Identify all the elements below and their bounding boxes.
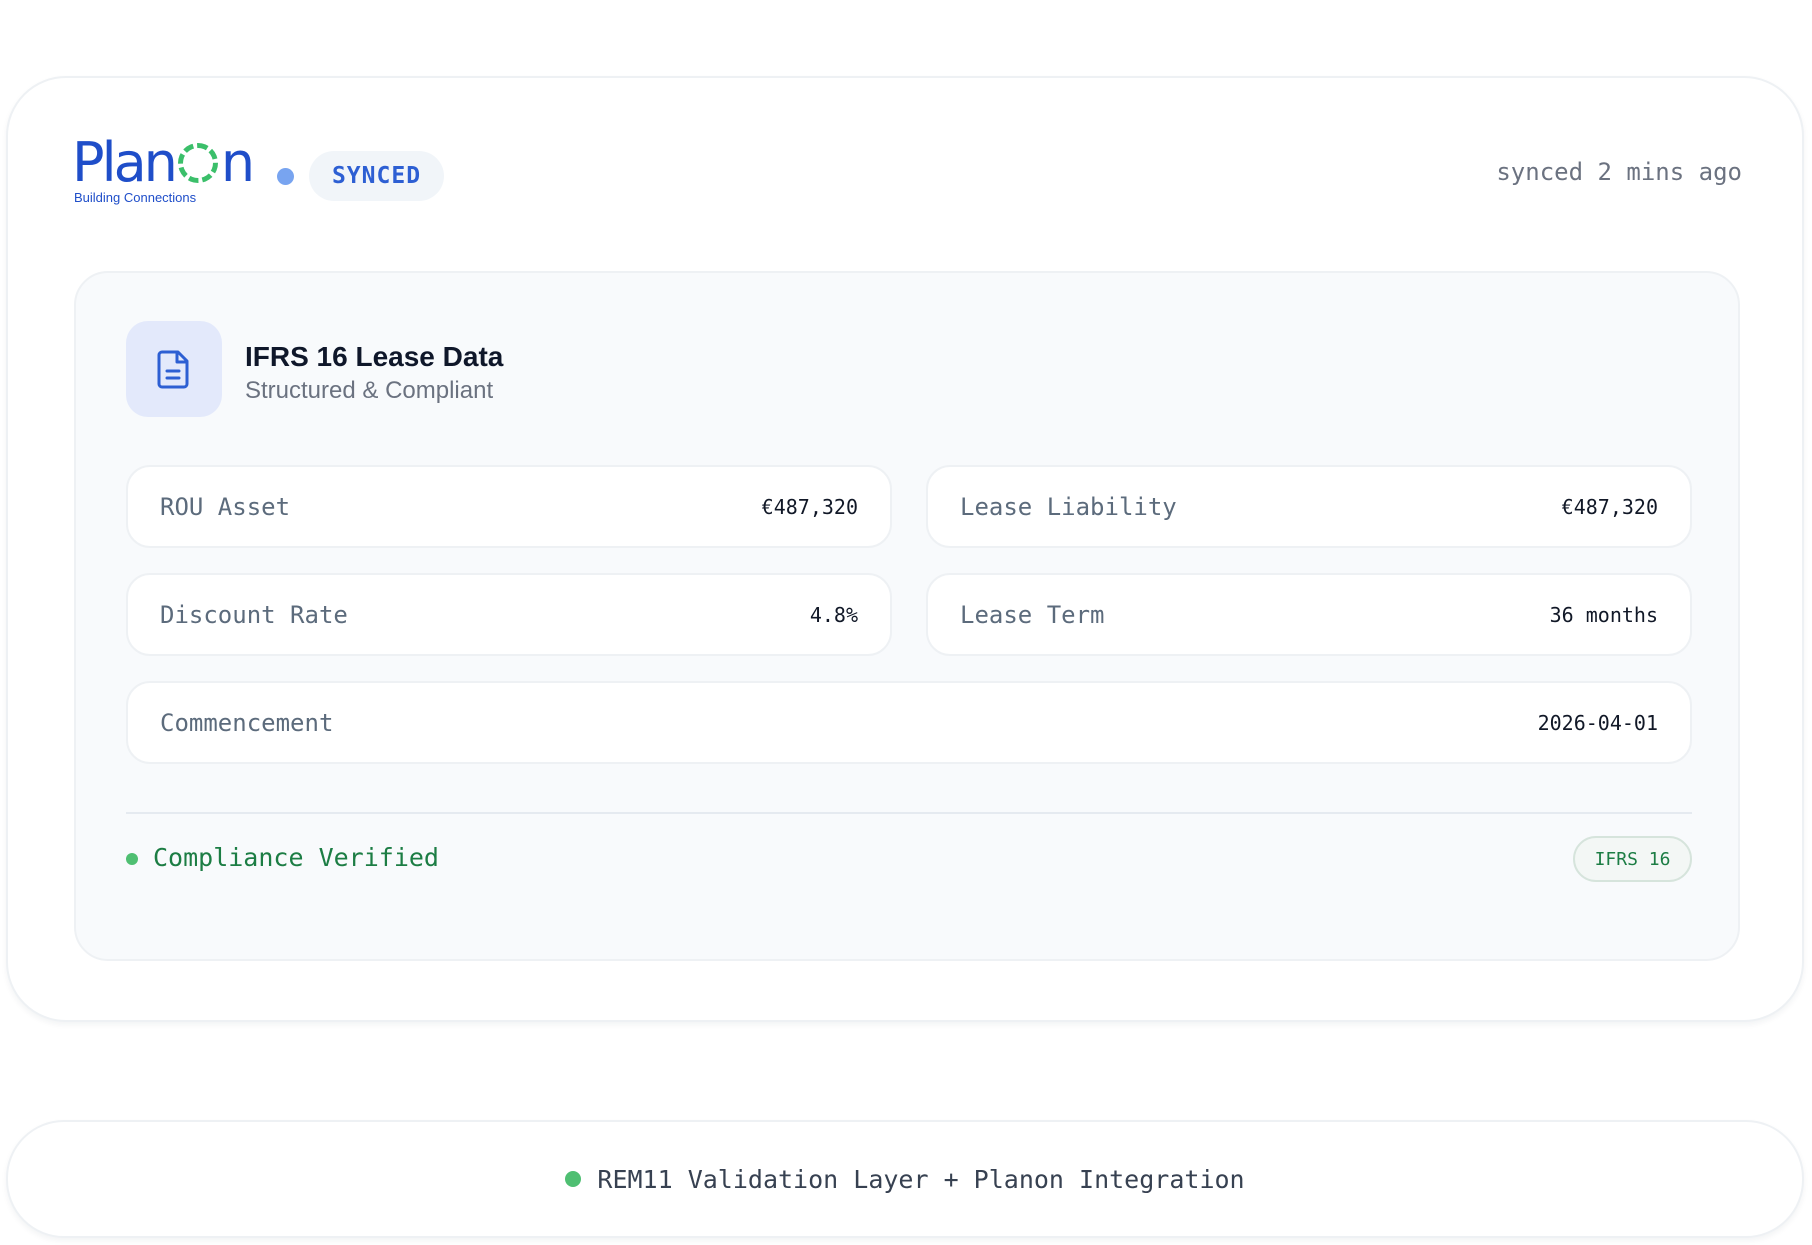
field-label: Lease Liability xyxy=(960,492,1177,521)
field-value: €487,320 xyxy=(1561,494,1658,519)
panel-subtitle: Structured & Compliant xyxy=(245,377,494,404)
field-discount-rate: Discount Rate 4.8% xyxy=(126,573,892,656)
document-icon xyxy=(157,350,189,389)
field-lease-liability: Lease Liability €487,320 xyxy=(926,465,1692,548)
field-label: Discount Rate xyxy=(160,600,348,629)
logo-tagline: Building Connections xyxy=(74,190,197,205)
field-commencement: Commencement 2026-04-01 xyxy=(126,681,1692,764)
panel-title: IFRS 16 Lease Data xyxy=(245,341,504,372)
compliance-status-text: Compliance Verified xyxy=(153,843,439,872)
card-header: Plan n Building Connections SYNCED synced… xyxy=(8,78,1802,228)
logo-ring-icon xyxy=(177,143,218,183)
field-label: Lease Term xyxy=(960,600,1105,629)
document-icon-container xyxy=(126,321,222,417)
integration-status-dot xyxy=(565,1171,582,1187)
planon-logo: Plan n Building Connections xyxy=(72,136,262,206)
integration-label: REM11 Validation Layer + Planon Integrat… xyxy=(597,1164,1245,1194)
ifrs-standard-badge: IFRS 16 xyxy=(1573,836,1692,882)
field-rou-asset: ROU Asset €487,320 xyxy=(126,465,892,548)
sync-status-dot xyxy=(277,168,294,185)
field-value: €487,320 xyxy=(761,494,858,519)
panel-divider xyxy=(126,812,1692,814)
lease-data-panel: IFRS 16 Lease Data Structured & Complian… xyxy=(74,271,1740,961)
synced-badge: SYNCED xyxy=(309,151,444,201)
field-value: 2026-04-01 xyxy=(1537,710,1658,735)
field-value: 4.8% xyxy=(809,602,858,627)
logo-text-end: n xyxy=(220,131,255,194)
field-lease-term: Lease Term 36 months xyxy=(926,573,1692,656)
planon-sync-card: Plan n Building Connections SYNCED synced… xyxy=(6,76,1804,1022)
field-label: ROU Asset xyxy=(160,492,291,521)
logo-text-start: Plan xyxy=(72,131,178,194)
field-value: 36 months xyxy=(1549,602,1658,627)
integration-footer: REM11 Validation Layer + Planon Integrat… xyxy=(6,1120,1804,1238)
sync-timestamp: synced 2 mins ago xyxy=(1496,158,1742,186)
compliance-status-dot xyxy=(126,853,138,865)
field-label: Commencement xyxy=(160,708,334,737)
